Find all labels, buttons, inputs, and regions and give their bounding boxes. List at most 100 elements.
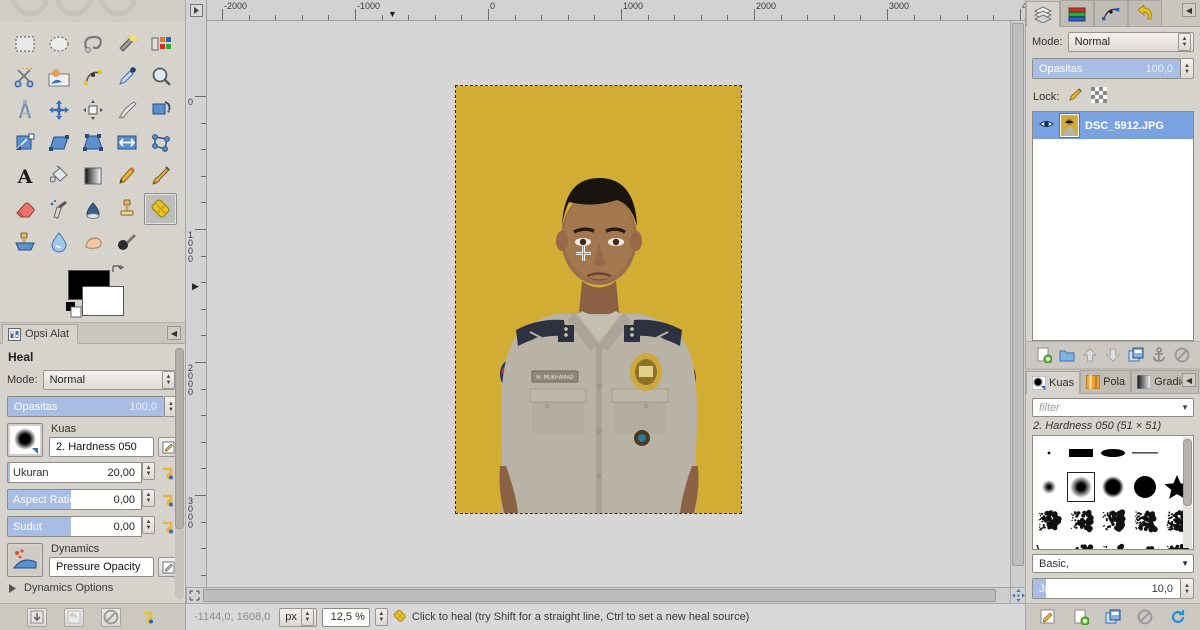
- delete-layer-button[interactable]: [1172, 346, 1192, 365]
- brush-cell-sparse-2[interactable]: [1097, 538, 1129, 549]
- brush-cell-dot[interactable]: [1033, 436, 1065, 470]
- perspective-clone-tool[interactable]: [8, 226, 41, 258]
- brush-name-field[interactable]: 2. Hardness 050: [49, 437, 154, 457]
- spacing-spin-icon[interactable]: ▲ ▼: [1181, 578, 1194, 599]
- layer-visibility-toggle[interactable]: [1039, 118, 1054, 133]
- layer-list-item[interactable]: DSC_5912.JPG: [1033, 112, 1193, 139]
- rect-select-tool[interactable]: [8, 28, 41, 60]
- unit-spin-icon[interactable]: ▲ ▼: [300, 608, 314, 626]
- dodge-burn-tool[interactable]: [110, 226, 143, 258]
- ellipse-select-tool[interactable]: [42, 28, 75, 60]
- angle-spin-icon[interactable]: ▲ ▼: [142, 516, 155, 534]
- cage-transform-tool[interactable]: [144, 127, 177, 159]
- brush-cell-splat-1[interactable]: [1033, 504, 1065, 538]
- menu-button-corner[interactable]: [186, 0, 207, 21]
- perspective-tool[interactable]: [76, 127, 109, 159]
- blur-sharpen-tool[interactable]: [42, 226, 75, 258]
- brush-cell-hard-circle[interactable]: [1129, 470, 1161, 504]
- brush-cell-splat-4[interactable]: [1129, 504, 1161, 538]
- tab-paths[interactable]: [1094, 0, 1128, 26]
- layers-dock-menu-button[interactable]: ◀: [1182, 3, 1196, 17]
- paths-tool[interactable]: [76, 61, 109, 93]
- new-layer-button[interactable]: [1034, 346, 1054, 365]
- shear-tool[interactable]: [42, 127, 75, 159]
- new-layer-group-button[interactable]: [1057, 346, 1077, 365]
- vertical-ruler[interactable]: 01 0 0 02 0 0 03 0 0 04 0 0 0▶: [186, 21, 207, 587]
- ink-tool[interactable]: [76, 193, 109, 225]
- canvas-horizontal-scrollbar[interactable]: [201, 587, 1010, 603]
- opacity-slider[interactable]: Opasitas 100,0: [7, 396, 165, 417]
- rotate-tool[interactable]: [144, 94, 177, 126]
- fuzzy-select-tool[interactable]: [110, 28, 143, 60]
- delete-tool-preset-button[interactable]: [101, 607, 122, 627]
- zoom-input[interactable]: 12,5 %: [321, 607, 370, 627]
- lock-pixels-button[interactable]: [1067, 87, 1083, 106]
- paintbrush-tool[interactable]: [144, 160, 177, 192]
- chevron-down-icon[interactable]: ▼: [1181, 559, 1189, 568]
- brush-cell-splat-2[interactable]: [1065, 504, 1097, 538]
- mode-select[interactable]: Normal ▲ ▼: [42, 370, 178, 390]
- quickmask-button[interactable]: [186, 587, 201, 603]
- layer-opacity-spin-icon[interactable]: ▲ ▼: [1181, 58, 1194, 79]
- brush-cell-sparse-3[interactable]: [1129, 538, 1161, 549]
- brush-tag-select[interactable]: Basic, ▼: [1032, 554, 1194, 573]
- raise-layer-button[interactable]: [1080, 346, 1100, 365]
- brushes-dock-menu-button[interactable]: ◀: [1182, 373, 1196, 387]
- alignment-tool[interactable]: [76, 94, 109, 126]
- blend-tool[interactable]: [76, 160, 109, 192]
- bucket-fill-tool[interactable]: [42, 160, 75, 192]
- lock-alpha-button[interactable]: [1091, 87, 1108, 106]
- refresh-brushes-button[interactable]: [1168, 608, 1188, 627]
- canvas-image[interactable]: M. MUKHAMAD: [455, 85, 742, 514]
- mode-spin-icon[interactable]: ▲ ▼: [162, 371, 175, 389]
- scissors-select-tool[interactable]: [8, 61, 41, 93]
- tool-options-scrollbar[interactable]: [175, 348, 184, 599]
- brush-cell-block[interactable]: [1065, 436, 1097, 470]
- text-tool[interactable]: A: [8, 160, 41, 192]
- brush-cell-soft-small[interactable]: [1033, 470, 1065, 504]
- size-field[interactable]: Ukuran 20,00: [7, 462, 142, 483]
- heal-tool[interactable]: [144, 193, 177, 225]
- flip-tool[interactable]: [110, 127, 143, 159]
- scale-tool[interactable]: [8, 127, 41, 159]
- delete-brush-button[interactable]: [1135, 608, 1155, 627]
- duplicate-brush-button[interactable]: [1103, 608, 1123, 627]
- eraser-tool[interactable]: [8, 193, 41, 225]
- smudge-tool[interactable]: [76, 226, 109, 258]
- free-select-tool[interactable]: [76, 28, 109, 60]
- spacing-slider[interactable]: Jarak 10,0: [1032, 578, 1181, 599]
- foreground-select-tool[interactable]: [42, 61, 75, 93]
- chevron-down-icon[interactable]: ▼: [1181, 403, 1189, 412]
- swap-colors-icon[interactable]: [110, 264, 125, 280]
- move-tool[interactable]: [42, 94, 75, 126]
- duplicate-layer-button[interactable]: [1126, 346, 1146, 365]
- tab-layers[interactable]: [1026, 1, 1060, 27]
- zoom-tool[interactable]: [144, 61, 177, 93]
- new-brush-button[interactable]: [1071, 608, 1091, 627]
- anchor-layer-button[interactable]: [1149, 346, 1169, 365]
- aspect-field[interactable]: Aspect Ratio 0,00: [7, 489, 142, 510]
- navigation-preview-button[interactable]: [1010, 587, 1025, 603]
- brush-filter-input[interactable]: filter ▼: [1032, 398, 1194, 417]
- crop-tool[interactable]: [110, 94, 143, 126]
- reset-tool-options-button[interactable]: [138, 608, 158, 627]
- layer-mode-spin-icon[interactable]: ▲ ▼: [1178, 33, 1191, 51]
- brush-cell-sparse-1[interactable]: [1065, 538, 1097, 549]
- select-by-color-tool[interactable]: [144, 28, 177, 60]
- tab-patterns[interactable]: Pola: [1080, 370, 1132, 393]
- restore-tool-preset-button[interactable]: [63, 607, 84, 627]
- brush-grid[interactable]: [1032, 435, 1194, 550]
- layer-list[interactable]: DSC_5912.JPG: [1032, 111, 1194, 341]
- reset-colors-icon[interactable]: [66, 302, 82, 321]
- aspect-spin-icon[interactable]: ▲ ▼: [142, 489, 155, 507]
- save-tool-preset-button[interactable]: [26, 607, 47, 627]
- brush-cell-hardness-050[interactable]: [1065, 470, 1097, 504]
- pencil-tool[interactable]: [110, 160, 143, 192]
- brush-cell-ellipse[interactable]: [1097, 436, 1129, 470]
- clone-tool[interactable]: [110, 193, 143, 225]
- edit-brush-button[interactable]: [1038, 608, 1058, 627]
- horizontal-ruler[interactable]: -2000 -1000 0 1000 2000 3000 4000 ▼: [207, 0, 1025, 20]
- color-picker-tool[interactable]: [110, 61, 143, 93]
- tab-undo-history[interactable]: [1128, 0, 1162, 26]
- dynamics-name-field[interactable]: Pressure Opacity: [49, 557, 154, 577]
